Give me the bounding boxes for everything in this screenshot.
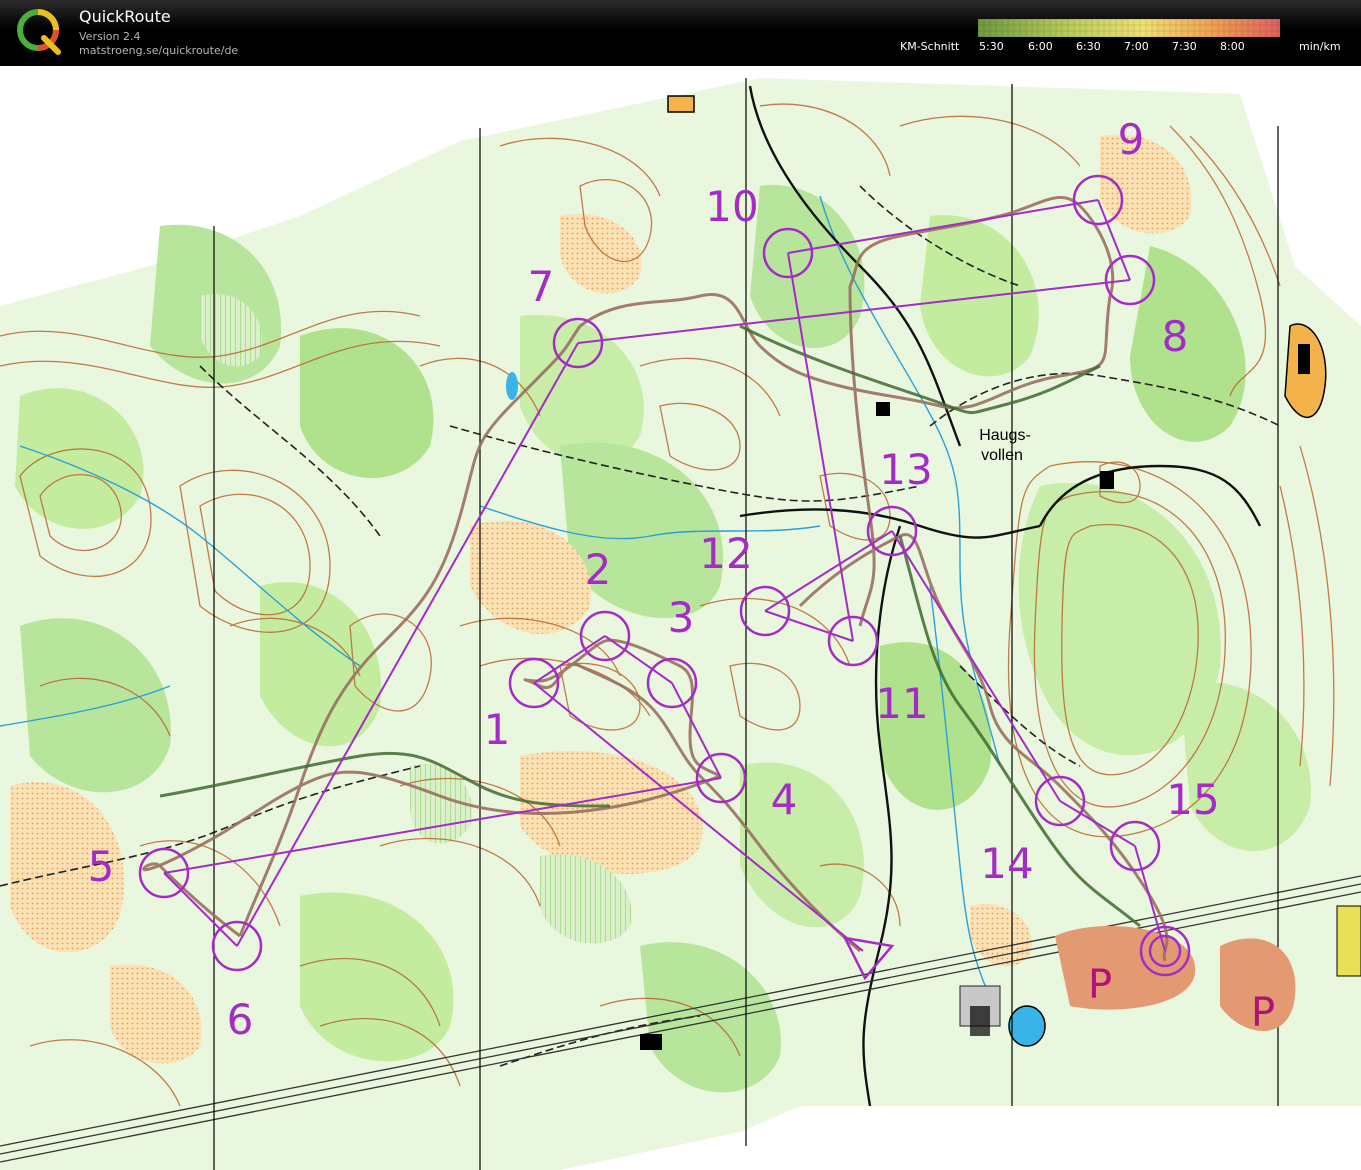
control-number-9: 9 — [1118, 115, 1145, 164]
pace-tick: 7:00 — [1124, 40, 1149, 53]
place-name: vollen — [981, 447, 1023, 464]
pace-tick: 6:30 — [1076, 40, 1101, 53]
control-number-10: 10 — [705, 182, 758, 231]
control-number-11: 11 — [875, 679, 928, 728]
control-number-12: 12 — [699, 529, 752, 578]
control-number-8: 8 — [1162, 312, 1189, 361]
control-number-2: 2 — [585, 545, 612, 594]
pace-legend-caption: KM-Schnitt — [900, 40, 960, 53]
pace-tick: 5:30 — [979, 40, 1004, 53]
pace-tick: 8:00 — [1220, 40, 1245, 53]
control-number-14: 14 — [980, 839, 1033, 888]
pond — [506, 372, 518, 400]
app-version: Version 2.4 — [79, 30, 141, 43]
control-number-1: 1 — [484, 705, 511, 754]
parking-label: P — [1251, 990, 1275, 1036]
place-name: Haugs- — [979, 427, 1031, 444]
control-number-4: 4 — [771, 775, 798, 824]
pace-tick: 7:30 — [1172, 40, 1197, 53]
app-url: matstroeng.se/quickroute/de — [79, 44, 239, 57]
pace-color-scale — [978, 19, 1280, 37]
control-number-13: 13 — [879, 445, 932, 494]
control-number-15: 15 — [1166, 775, 1219, 824]
control-number-3: 3 — [668, 593, 695, 642]
control-number-7: 7 — [528, 262, 555, 311]
control-number-5: 5 — [88, 842, 115, 891]
orienteering-map[interactable]: P P Haugs- vollen 1 2 3 4 5 6 7 8 9 10 1… — [0, 66, 1361, 1170]
pond — [1008, 1005, 1046, 1047]
app-header: QuickRoute Version 2.4 matstroeng.se/qui… — [0, 0, 1361, 66]
pace-tick: 6:00 — [1028, 40, 1053, 53]
quickroute-logo — [17, 9, 61, 55]
control-number-6: 6 — [227, 995, 254, 1044]
pace-legend-unit: min/km — [1299, 40, 1341, 53]
app-title: QuickRoute — [79, 7, 171, 26]
parking-label: P — [1088, 962, 1112, 1008]
